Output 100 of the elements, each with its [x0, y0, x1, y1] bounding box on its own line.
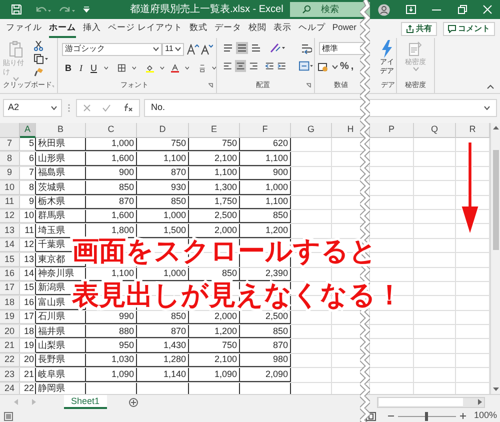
account-icon[interactable]	[378, 4, 390, 16]
format-painter-icon[interactable]	[34, 67, 44, 77]
sheet-tab[interactable]: Sheet1	[64, 395, 107, 409]
vertical-scrollbar[interactable]	[490, 123, 500, 394]
column-header[interactable]: Q	[414, 123, 456, 138]
ribbon-tab[interactable]: 数式	[189, 19, 208, 38]
ribbon-tab[interactable]: ヘルプ	[298, 19, 326, 38]
row-header[interactable]: 10	[0, 181, 20, 195]
caret-icon[interactable]	[332, 64, 338, 68]
caret-icon[interactable]	[212, 66, 216, 70]
row-header[interactable]: 23	[0, 368, 20, 382]
zoom-slider[interactable]	[398, 412, 456, 420]
caret-icon[interactable]	[132, 66, 136, 70]
comment-button[interactable]: コメント	[443, 22, 495, 36]
decrease-indent-icon[interactable]	[264, 61, 274, 71]
caret-icon[interactable]	[484, 106, 490, 110]
save-icon[interactable]	[11, 4, 22, 15]
column-header[interactable]: P	[370, 123, 414, 138]
column-header[interactable]: A	[20, 123, 36, 138]
copy-icon[interactable]	[34, 54, 48, 64]
scrollbar-thumb[interactable]	[492, 150, 498, 250]
column-header[interactable]: E	[189, 123, 240, 138]
fill-color-icon[interactable]	[146, 62, 154, 74]
zoom-in-icon[interactable]	[460, 413, 466, 419]
column-header[interactable]: C	[86, 123, 137, 138]
share-button[interactable]: 共有	[401, 22, 437, 36]
font-color-icon[interactable]	[170, 62, 179, 74]
bottom-align-icon[interactable]	[251, 43, 261, 53]
align-center-icon[interactable]	[235, 60, 246, 72]
grow-font-icon[interactable]	[187, 44, 199, 54]
column-header[interactable]: R	[456, 123, 490, 138]
ribbon-tab[interactable]: 校閲	[248, 19, 266, 38]
phonetic-guide-icon[interactable]	[199, 62, 206, 74]
row-header[interactable]: 22	[0, 354, 20, 368]
caret-icon[interactable]	[51, 106, 57, 110]
undo-icon[interactable]	[35, 4, 51, 14]
ribbon-tab[interactable]: データ	[214, 19, 242, 38]
middle-align-icon[interactable]	[236, 42, 248, 54]
scroll-down-icon[interactable]	[492, 387, 498, 392]
number-format-field[interactable]: 標準	[319, 42, 365, 55]
row-header[interactable]: 21	[0, 339, 20, 353]
add-sheet-icon[interactable]	[128, 398, 138, 406]
row-header[interactable]: 24	[0, 382, 20, 394]
caret-icon[interactable]	[104, 66, 108, 70]
style-button[interactable]: I	[78, 63, 84, 73]
increase-indent-icon[interactable]	[276, 61, 286, 71]
row-header[interactable]: 16	[0, 268, 20, 281]
column-header[interactable]: F	[240, 123, 291, 138]
ribbon-tab[interactable]: ページ レイアウト	[108, 19, 182, 38]
insert-function-icon[interactable]	[123, 103, 134, 112]
collapse-ribbon-icon[interactable]	[487, 84, 494, 89]
column-header[interactable]: D	[137, 123, 189, 138]
ribbon-display-icon[interactable]	[406, 5, 416, 14]
row-header[interactable]: 7	[0, 138, 20, 152]
style-button[interactable]: B	[64, 63, 72, 73]
scroll-up-icon[interactable]	[492, 125, 498, 130]
row-header[interactable]: 11	[0, 196, 20, 209]
borders-icon[interactable]	[118, 63, 126, 73]
number-format-button[interactable]: ,	[350, 60, 354, 72]
row-header[interactable]: 19	[0, 310, 20, 324]
cut-icon[interactable]	[34, 41, 43, 51]
scroll-right-icon[interactable]	[478, 399, 482, 405]
slider-thumb[interactable]	[425, 412, 428, 420]
ribbon-tab[interactable]: 挿入	[83, 19, 101, 38]
macro-record-icon[interactable]	[4, 412, 13, 420]
zoom-out-icon[interactable]	[388, 413, 394, 419]
row-header[interactable]: 20	[0, 325, 20, 338]
accounting-format-icon[interactable]	[318, 62, 330, 72]
row-header[interactable]: 8	[0, 152, 20, 166]
shrink-font-icon[interactable]	[201, 44, 213, 54]
row-header[interactable]: 15	[0, 253, 20, 267]
ribbon-tab[interactable]: 表示	[273, 19, 292, 38]
style-button[interactable]: U	[90, 63, 98, 73]
row-header[interactable]: 14	[0, 238, 20, 252]
dialog-launcher-icon[interactable]	[208, 83, 213, 88]
horizontal-scrollbar[interactable]	[377, 396, 485, 408]
caret-icon[interactable]	[184, 66, 190, 70]
row-header[interactable]: 12	[0, 210, 20, 224]
wrap-text-icon[interactable]	[301, 42, 312, 54]
caret-icon[interactable]	[160, 66, 165, 70]
caret-icon[interactable]	[175, 47, 181, 51]
row-header[interactable]: 18	[0, 296, 20, 310]
row-header[interactable]: 9	[0, 166, 20, 180]
merge-cells-icon[interactable]	[299, 61, 314, 71]
redo-icon[interactable]	[59, 4, 75, 14]
formula-field[interactable]: No.	[144, 98, 497, 116]
zoom-level[interactable]: 100%	[474, 409, 497, 422]
column-header[interactable]: G	[291, 123, 332, 138]
row-header[interactable]: 13	[0, 224, 20, 238]
name-box[interactable]: A2	[3, 98, 62, 116]
close-icon[interactable]	[482, 5, 492, 14]
scrollbar-thumb[interactable]	[379, 398, 463, 406]
customize-caret-icon[interactable]	[83, 6, 90, 13]
font-size-field[interactable]: 11	[162, 42, 184, 56]
top-align-icon[interactable]	[223, 43, 233, 53]
number-format-button[interactable]: %	[340, 60, 349, 72]
ribbon-tab[interactable]: ファイル	[6, 19, 42, 38]
row-header[interactable]: 17	[0, 282, 20, 296]
align-right-icon[interactable]	[249, 61, 259, 71]
ribbon-tab[interactable]: Power	[332, 19, 356, 38]
